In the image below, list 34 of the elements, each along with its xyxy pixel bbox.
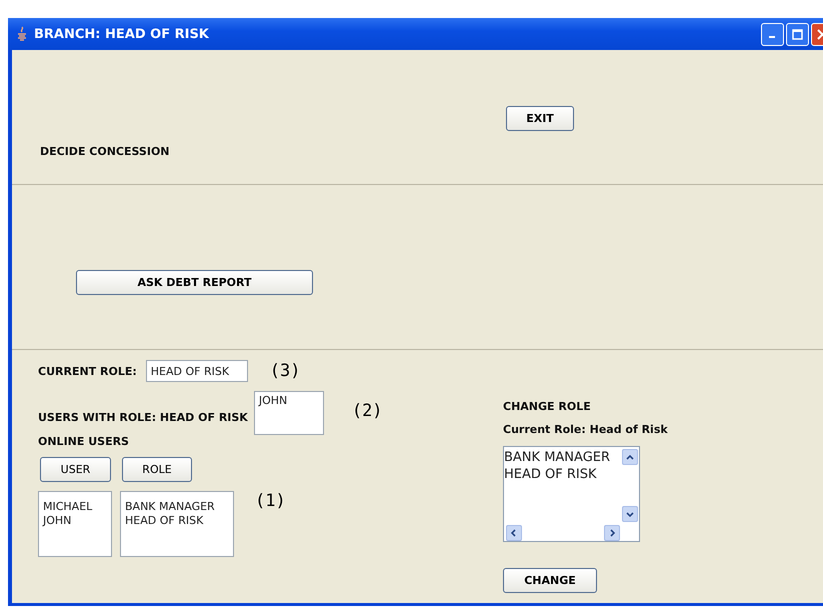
window-title: BRANCH: HEAD OF RISK [34,26,210,42]
minimize-button[interactable] [761,22,784,46]
maximize-button[interactable] [786,22,809,46]
users-with-role-label: USERS WITH ROLE: HEAD OF RISK [38,410,248,424]
list-item[interactable]: BANK MANAGER [125,500,229,514]
online-users-label: ONLINE USERS [38,435,129,448]
change-button[interactable]: CHANGE [503,568,597,593]
current-role-label: CURRENT ROLE: [38,364,137,378]
roles-list[interactable]: BANK MANAGER HEAD OF RISK [120,491,234,557]
role-options-list[interactable]: BANK MANAGER HEAD OF RISK [503,446,640,542]
scroll-left-icon[interactable] [506,524,522,540]
exit-button[interactable]: EXIT [506,106,574,131]
user-button[interactable]: USER [40,457,111,482]
users-with-role-field[interactable]: JOHN [254,391,324,435]
ask-debt-report-button[interactable]: ASK DEBT REPORT [76,270,313,295]
annotation-marker: (3) [270,361,300,381]
list-item[interactable]: MICHAEL [43,500,107,514]
scroll-down-icon[interactable] [622,506,638,522]
current-role-text: Current Role: Head of Risk [503,423,668,436]
annotation-marker: (2) [352,401,383,421]
change-role-title: CHANGE ROLE [503,400,592,413]
section-label: DECIDE CONCESSION [40,145,170,158]
list-item[interactable]: HEAD OF RISK [504,466,622,483]
app-icon [16,26,28,42]
list-item[interactable]: BANK MANAGER [504,449,622,466]
list-item[interactable]: HEAD OF RISK [125,514,229,528]
current-role-field[interactable]: HEAD OF RISK [146,360,248,382]
maximize-icon [792,28,803,40]
role-button[interactable]: ROLE [122,457,192,482]
users-list[interactable]: MICHAEL JOHN [38,491,112,557]
annotation-marker: (1) [255,491,286,511]
scroll-right-icon[interactable] [604,524,620,540]
scroll-up-icon[interactable] [622,449,638,465]
list-item[interactable]: JOHN [43,514,107,528]
